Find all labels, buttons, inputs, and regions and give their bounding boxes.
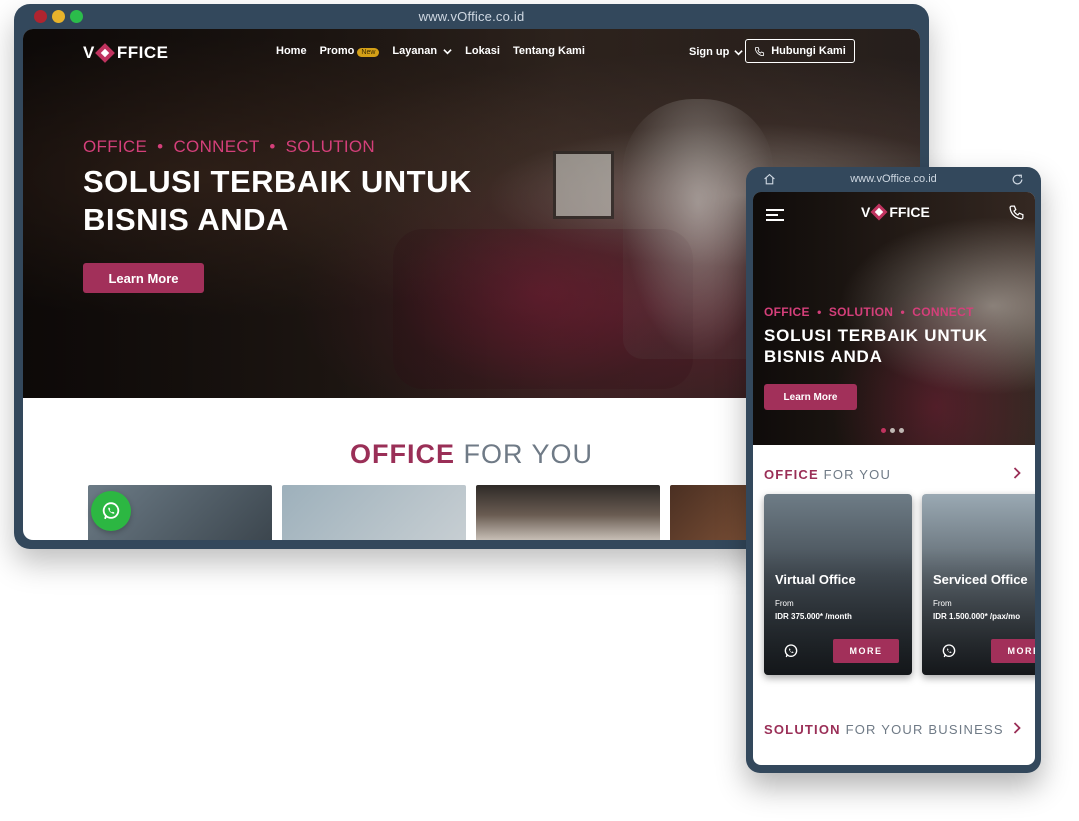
whatsapp-icon[interactable] xyxy=(941,643,957,659)
new-badge: New xyxy=(357,48,380,57)
reload-icon[interactable] xyxy=(1011,173,1024,186)
carousel-dots xyxy=(881,428,904,433)
mobile-hero-title: SOLUSI TERBAIK UNTUK BISNIS ANDA xyxy=(764,326,988,366)
logo-diamond-icon xyxy=(94,43,115,63)
solution-for-your-business-heading: SOLUTION FOR YOUR BUSINESS xyxy=(764,722,1004,737)
whatsapp-icon[interactable] xyxy=(783,643,799,659)
card-price: IDR 1.500.000* /pax/mo xyxy=(933,612,1021,621)
mobile-vOffice-logo[interactable]: V FFICE xyxy=(861,203,930,221)
card-title: Serviced Office xyxy=(933,572,1028,587)
nav-home[interactable]: Home xyxy=(276,45,307,57)
chevron-right-icon[interactable] xyxy=(1013,467,1021,479)
card-price: IDR 375.000* /month xyxy=(775,612,852,621)
mobile-learn-more-button[interactable]: Learn More xyxy=(764,384,857,410)
address-bar[interactable]: www.vOffice.co.id xyxy=(14,9,929,24)
mobile-url[interactable]: www.vOffice.co.id xyxy=(746,173,1041,185)
card-title: Virtual Office xyxy=(775,572,856,587)
vOffice-logo[interactable]: V FFICE xyxy=(83,43,168,63)
mobile-viewport: V FFICE OFFICE • SOLUTION • CONNECT SOLUS… xyxy=(753,192,1035,765)
whatsapp-chat-button[interactable] xyxy=(91,491,131,531)
more-button[interactable]: MORE xyxy=(991,639,1035,663)
serviced-office-card[interactable]: Serviced Office From IDR 1.500.000* /pax… xyxy=(922,494,1035,675)
office-cards-row xyxy=(88,485,854,540)
hubungi-kami-button[interactable]: Hubungi Kami xyxy=(745,39,855,63)
more-button[interactable]: MORE xyxy=(833,639,899,663)
mobile-hero-banner: V FFICE OFFICE • SOLUTION • CONNECT SOLUS… xyxy=(753,192,1035,445)
nav-layanan[interactable]: Layanan xyxy=(392,45,452,57)
mobile-browser-window: www.vOffice.co.id V FFICE OFFICE • SOLUTI… xyxy=(746,167,1041,773)
office-card[interactable] xyxy=(282,485,466,540)
carousel-dot[interactable] xyxy=(899,428,904,433)
chevron-right-icon[interactable] xyxy=(1013,722,1021,734)
phone-icon[interactable] xyxy=(1008,204,1025,221)
mobile-office-for-you-heading: OFFICE FOR YOU xyxy=(764,467,892,482)
hero-tagline: OFFICE • CONNECT • SOLUTION xyxy=(83,137,375,156)
carousel-dot[interactable] xyxy=(881,428,886,433)
nav-promo[interactable]: Promo New xyxy=(320,45,380,57)
mobile-hero-tagline: OFFICE • SOLUTION • CONNECT xyxy=(764,305,974,319)
chevron-down-icon xyxy=(443,48,452,55)
office-card[interactable] xyxy=(476,485,660,540)
chevron-down-icon xyxy=(734,49,744,56)
hero-title: SOLUSI TERBAIK UNTUK BISNIS ANDA xyxy=(83,164,472,237)
mobile-address-bar: www.vOffice.co.id xyxy=(746,172,1041,190)
logo-diamond-icon xyxy=(870,203,888,221)
card-from-label: From xyxy=(933,599,952,608)
phone-icon xyxy=(755,46,765,56)
nav-tentang-kami[interactable]: Tentang Kami xyxy=(513,45,585,57)
nav-lokasi[interactable]: Lokasi xyxy=(465,45,500,57)
learn-more-button[interactable]: Learn More xyxy=(83,263,204,293)
virtual-office-card[interactable]: Virtual Office From IDR 375.000* /month … xyxy=(764,494,912,675)
nav-links: Home Promo New Layanan Lokasi Tentang Kam… xyxy=(276,45,585,57)
signup-dropdown[interactable]: Sign up xyxy=(689,46,744,58)
whatsapp-icon xyxy=(102,502,120,520)
top-navigation: V FFICE Home Promo New Layanan Lokasi Tent… xyxy=(23,29,920,75)
carousel-dot[interactable] xyxy=(890,428,895,433)
hamburger-menu-icon[interactable] xyxy=(765,208,785,222)
card-from-label: From xyxy=(775,599,794,608)
